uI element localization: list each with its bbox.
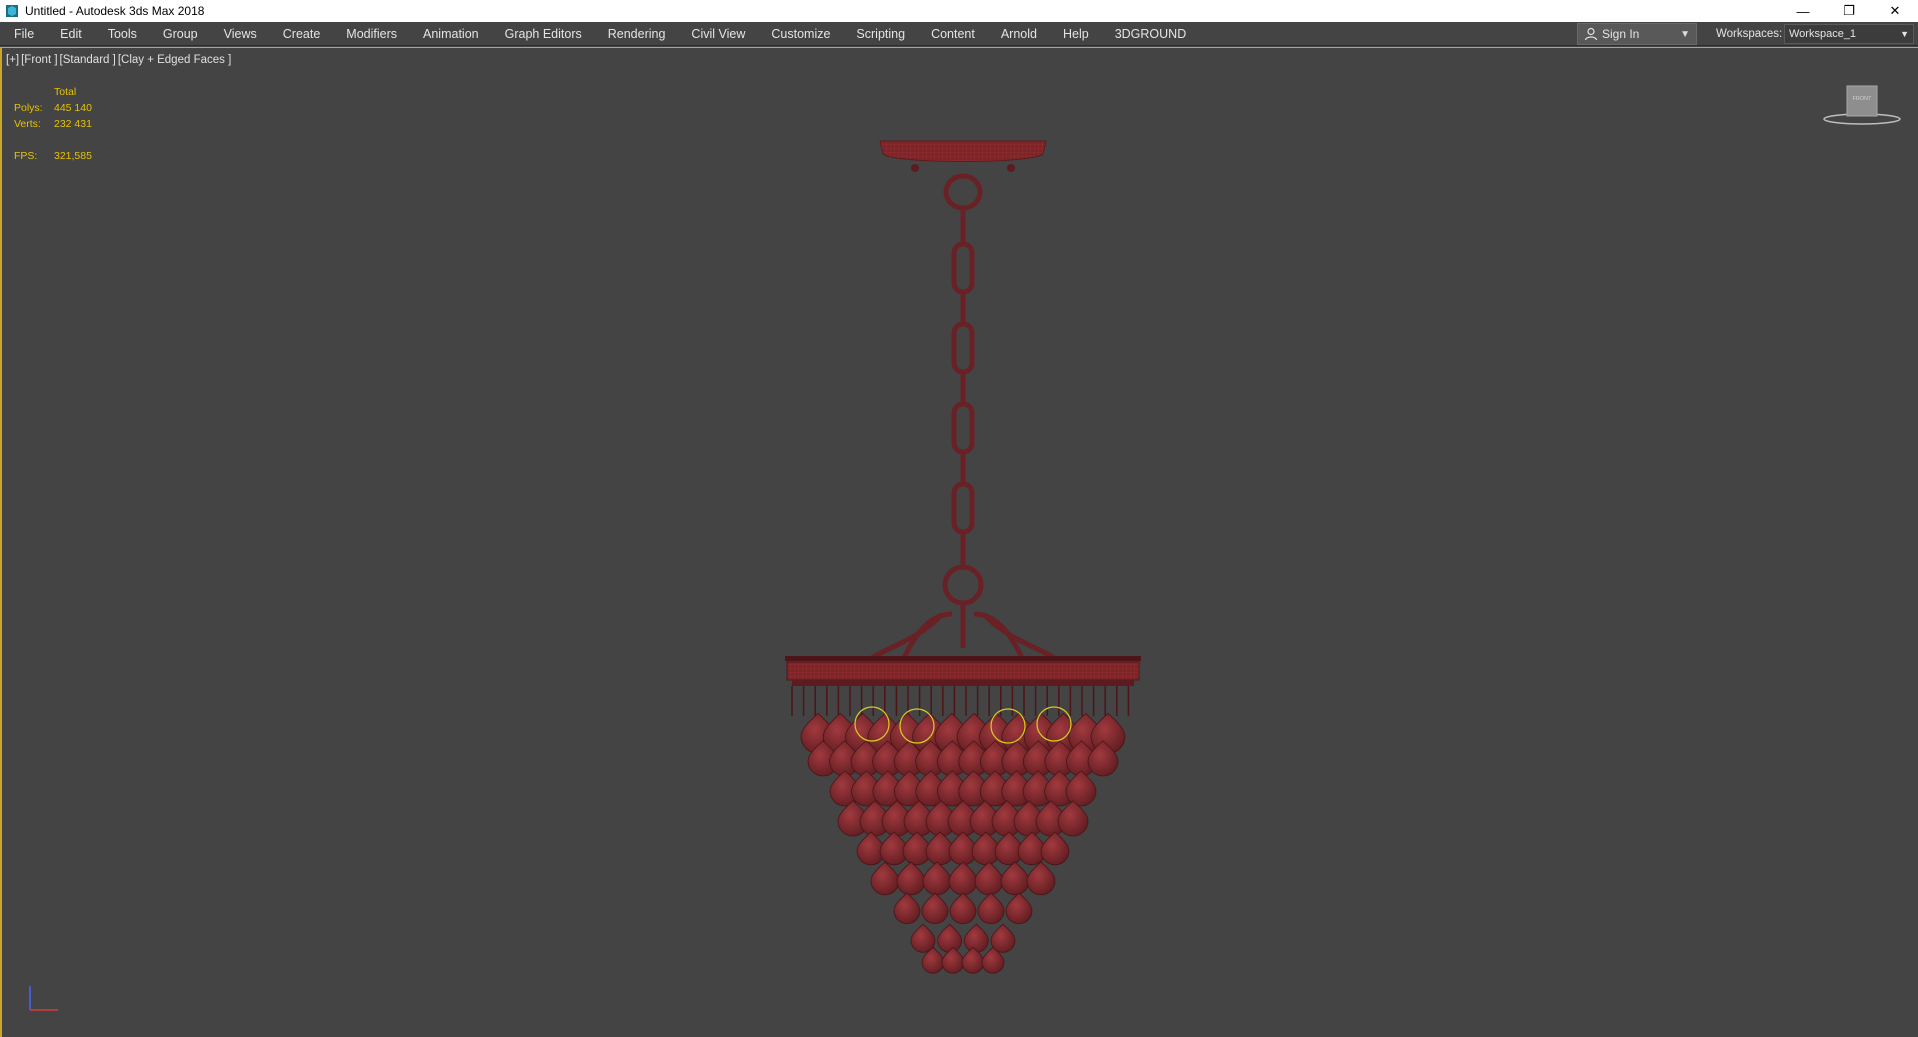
crystal-drop: [1026, 861, 1056, 896]
crystal-drop: [1005, 892, 1033, 924]
chandelier-model[interactable]: [2, 48, 1918, 1037]
menu-graph-editors[interactable]: Graph Editors: [492, 22, 595, 46]
workspaces-label: Workspaces:: [1716, 28, 1783, 40]
menu-tools[interactable]: Tools: [95, 22, 150, 46]
menu-rendering[interactable]: Rendering: [595, 22, 679, 46]
menu-bar: File Edit Tools Group Views Create Modif…: [0, 22, 1918, 46]
crystal-drop: [1040, 831, 1070, 866]
close-button[interactable]: ✕: [1872, 0, 1918, 22]
crystal-drop: [937, 923, 963, 953]
menu-scripting[interactable]: Scripting: [843, 22, 918, 46]
front-viewport[interactable]: [+] [Front ] [Standard ] [Clay + Edged Face…: [0, 47, 1918, 1037]
crystal-drop: [921, 892, 949, 924]
chain: [942, 173, 984, 648]
menu-create[interactable]: Create: [270, 22, 334, 46]
menu-group[interactable]: Group: [150, 22, 211, 46]
crystal-drop: [974, 861, 1004, 896]
workspace-select[interactable]: Workspace_1 ▼: [1784, 24, 1914, 44]
menu-modifiers[interactable]: Modifiers: [333, 22, 410, 46]
menu-civil-view[interactable]: Civil View: [678, 22, 758, 46]
menu-customize[interactable]: Customize: [758, 22, 843, 46]
3dsmax-icon: [6, 5, 18, 17]
crystal-drop: [1065, 770, 1097, 807]
crystal-drop: [1000, 861, 1030, 896]
restore-button[interactable]: ❐: [1826, 0, 1872, 22]
canopy: [879, 140, 1047, 172]
menu-file[interactable]: File: [0, 22, 47, 46]
menu-animation[interactable]: Animation: [410, 22, 492, 46]
crystal-drop: [870, 861, 900, 896]
user-icon: [1584, 27, 1598, 41]
minimize-button[interactable]: —: [1780, 0, 1826, 22]
menu-3dground[interactable]: 3DGROUND: [1102, 22, 1200, 46]
workspace-value: Workspace_1: [1789, 28, 1857, 40]
menu-views[interactable]: Views: [211, 22, 270, 46]
window-title: Untitled - Autodesk 3ds Max 2018: [25, 4, 205, 18]
sign-in-button[interactable]: Sign In ▼: [1577, 23, 1697, 45]
menu-content[interactable]: Content: [918, 22, 988, 46]
crystal-drop: [990, 923, 1016, 953]
crystal-drop: [949, 892, 977, 924]
menu-arnold[interactable]: Arnold: [988, 22, 1050, 46]
menu-help[interactable]: Help: [1050, 22, 1102, 46]
menu-edit[interactable]: Edit: [47, 22, 95, 46]
crown-ring: [785, 656, 1141, 686]
sign-in-label: Sign In: [1602, 27, 1640, 41]
crystal-drops: [791, 686, 1130, 974]
chevron-down-icon: ▼: [1900, 29, 1909, 39]
crystal-drop: [922, 861, 952, 896]
crystal-drop: [963, 923, 989, 953]
crystal-drop: [948, 861, 978, 896]
crystal-drop: [893, 892, 921, 924]
title-bar: Untitled - Autodesk 3ds Max 2018 — ❐ ✕: [0, 0, 1918, 22]
crystal-drop: [910, 923, 936, 953]
crystal-drop: [896, 861, 926, 896]
crystal-drop: [977, 892, 1005, 924]
chevron-down-icon: ▼: [1680, 28, 1690, 40]
